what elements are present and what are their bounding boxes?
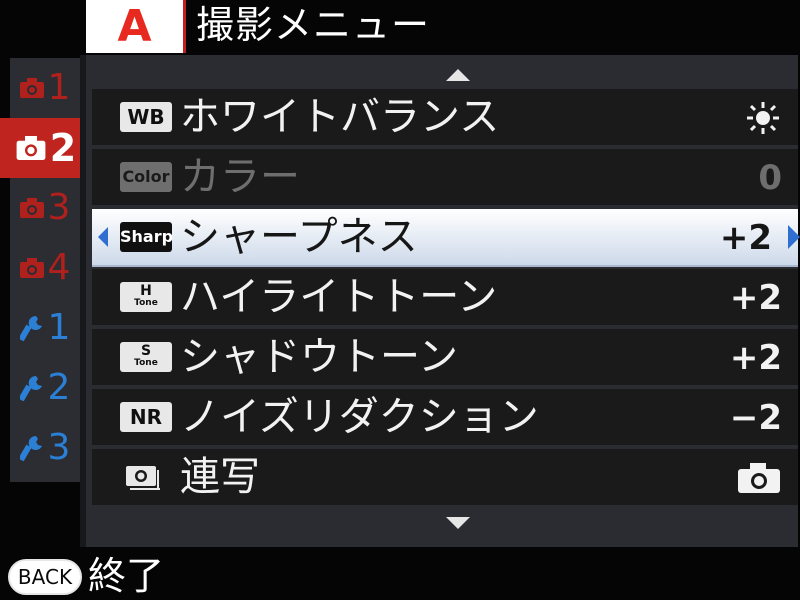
menu-item-label: シャープネス xyxy=(180,214,418,260)
arrow-left-icon[interactable] xyxy=(98,227,108,247)
scroll-down-arrow-icon[interactable] xyxy=(446,517,470,529)
sharp-icon: Sharp xyxy=(120,222,173,252)
nr-icon: NR xyxy=(120,402,172,432)
tab-shooting-2[interactable]: 2 xyxy=(0,118,92,178)
tab-setup-2[interactable]: 2 xyxy=(10,358,80,418)
tab-setup-1[interactable]: 1 xyxy=(10,298,80,358)
menu-item-white-balance[interactable]: WB ホワイトバランス xyxy=(92,89,798,147)
menu-item-label: ハイライトトーン xyxy=(180,274,498,320)
icon-letter: S xyxy=(140,343,152,359)
menu-item-value: +2 xyxy=(729,338,782,378)
tab-number: 3 xyxy=(47,187,71,228)
menu-item-label: ノイズリダクション xyxy=(180,394,539,440)
back-button[interactable]: BACK xyxy=(8,559,82,595)
camera-icon xyxy=(738,463,780,493)
menu-item-sharpness[interactable]: Sharp シャープネス +2 xyxy=(92,209,800,267)
tab-shooting-3[interactable]: 3 xyxy=(10,178,80,238)
menu-title: 撮影メニュー xyxy=(196,3,431,47)
icon-letter: H xyxy=(140,283,152,299)
tab-number: 3 xyxy=(47,427,71,468)
menu-item-value: −2 xyxy=(729,398,782,438)
camera-icon xyxy=(19,78,44,98)
tab-number: 2 xyxy=(47,367,71,408)
menu-item-label: ホワイトバランス xyxy=(180,94,500,140)
menu-item-label: シャドウトーン xyxy=(180,334,458,380)
menu-item-shadow-tone[interactable]: S Tone シャドウトーン +2 xyxy=(92,329,798,387)
menu-item-value: +2 xyxy=(729,278,782,318)
tab-number: 4 xyxy=(47,247,71,288)
tab-number: 1 xyxy=(47,307,71,348)
scroll-up-arrow-icon[interactable] xyxy=(446,69,470,81)
tab-number: 1 xyxy=(47,67,71,108)
menu-item-noise-reduction[interactable]: NR ノイズリダクション −2 xyxy=(92,389,798,447)
menu-item-label: カラー xyxy=(180,154,300,200)
color-icon: Color xyxy=(120,162,172,192)
tab-number: 2 xyxy=(49,126,77,170)
wrench-icon xyxy=(19,375,42,401)
menu-panel: WB ホワイトバランス Color カラー 0 Sharp シャープネス +2 … xyxy=(80,55,800,547)
menu-item-value: 0 xyxy=(758,158,782,198)
shadow-tone-icon: S Tone xyxy=(120,342,172,372)
tab-shooting-4[interactable]: 4 xyxy=(10,238,80,298)
tab-shooting-1[interactable]: 1 xyxy=(10,58,80,118)
burst-camera-icon xyxy=(126,466,160,490)
icon-sub: Tone xyxy=(134,298,158,308)
icon-sub: Tone xyxy=(134,358,158,368)
menu-item-value: +2 xyxy=(719,218,772,258)
back-label: 終了 xyxy=(88,554,165,598)
highlight-tone-icon: H Tone xyxy=(120,282,172,312)
sun-icon xyxy=(747,102,779,134)
side-tabs: 1 2 3 4 1 2 3 xyxy=(0,58,92,482)
camera-icon xyxy=(16,136,46,160)
camera-icon xyxy=(19,198,44,218)
menu-item-color: Color カラー 0 xyxy=(92,149,798,207)
arrow-right-icon[interactable] xyxy=(788,225,800,249)
menu-item-continuous[interactable]: 連写 xyxy=(92,449,798,507)
wb-icon: WB xyxy=(120,102,172,132)
mode-badge: A xyxy=(86,0,186,53)
menu-item-highlight-tone[interactable]: H Tone ハイライトトーン +2 xyxy=(92,269,798,327)
camera-icon xyxy=(19,258,44,278)
wrench-icon xyxy=(19,315,42,341)
menu-item-label: 連写 xyxy=(180,454,260,500)
tab-setup-3[interactable]: 3 xyxy=(10,418,80,478)
wrench-icon xyxy=(19,435,42,461)
continuous-shooting-icon xyxy=(120,462,172,492)
